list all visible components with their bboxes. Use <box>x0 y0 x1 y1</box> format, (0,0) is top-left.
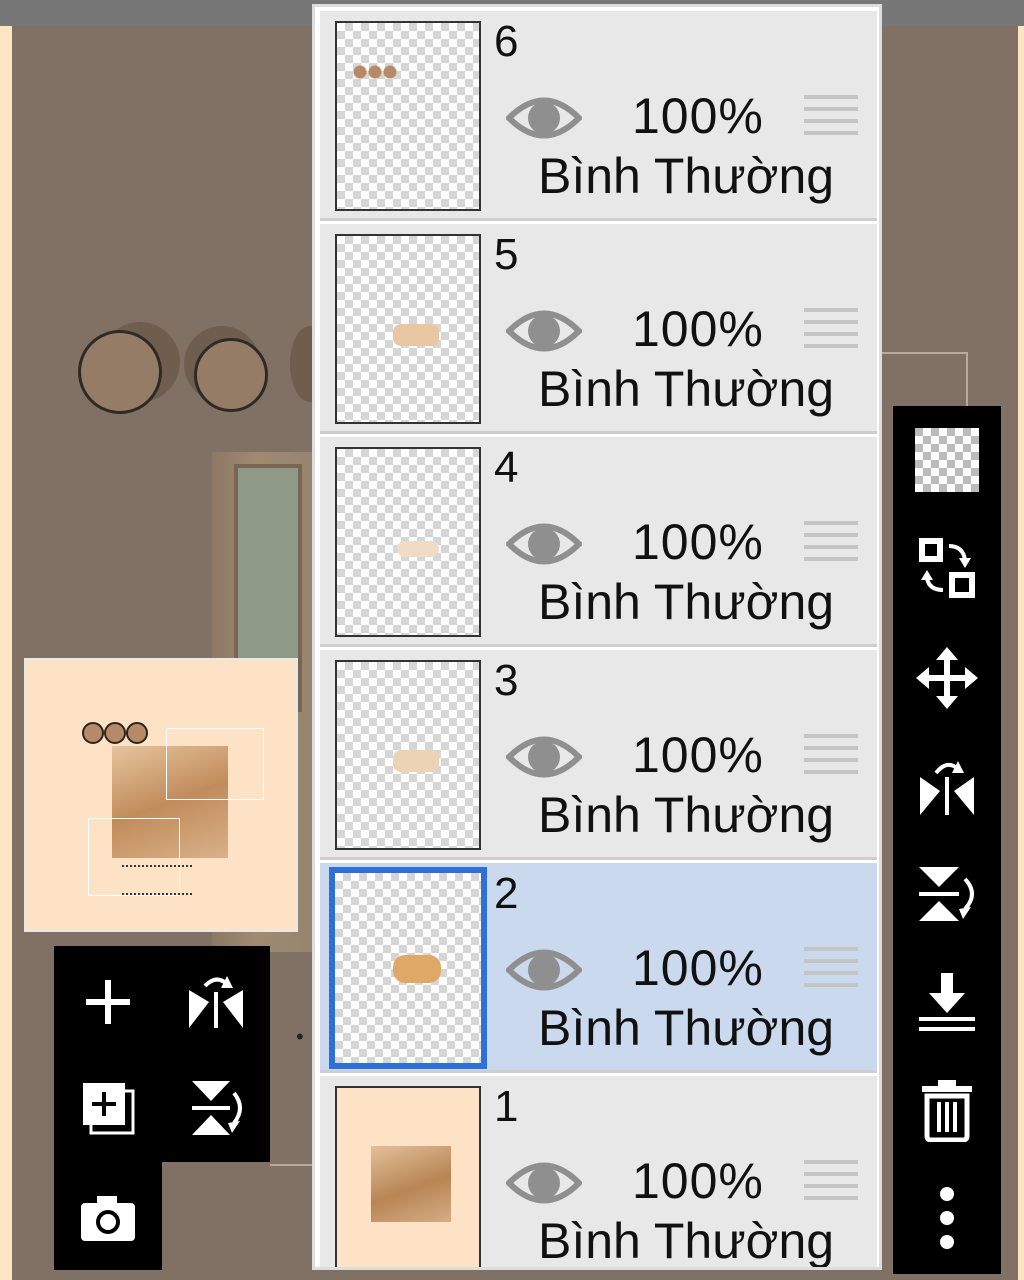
layer-row[interactable]: 1 100% Bình Thường <box>320 1076 877 1267</box>
canvas-text-fragment: • <box>296 1024 304 1049</box>
layer-thumbnail[interactable] <box>335 1086 481 1267</box>
layer-blend-mode[interactable]: Bình Thường <box>538 786 834 844</box>
transparency-button[interactable] <box>907 420 987 500</box>
more-icon <box>940 1187 954 1249</box>
canvas-line <box>270 1164 314 1166</box>
merge-down-button[interactable] <box>907 962 987 1042</box>
flip-horizontal-button[interactable] <box>907 746 987 826</box>
layer-row[interactable]: 4 100% Bình Thường <box>320 437 877 647</box>
visibility-eye-icon[interactable] <box>506 91 582 145</box>
preview-dot <box>104 722 126 744</box>
trash-icon <box>922 1080 972 1142</box>
flip-horizontal-icon <box>920 761 974 815</box>
layer-opacity[interactable]: 100% <box>632 1152 764 1210</box>
preview-dot <box>82 722 104 744</box>
swap-icon <box>919 538 975 598</box>
camera-icon <box>81 1196 135 1241</box>
drag-handle-icon[interactable] <box>804 734 858 780</box>
flip-vertical-icon <box>919 867 974 921</box>
layer-number: 3 <box>494 656 519 705</box>
layer-blend-mode[interactable]: Bình Thường <box>538 999 834 1057</box>
visibility-eye-icon[interactable] <box>506 517 582 571</box>
layer-blend-mode[interactable]: Bình Thường <box>538 1212 834 1267</box>
layer-opacity[interactable]: 100% <box>632 939 764 997</box>
right-toolbar <box>893 406 1001 1274</box>
canvas-line <box>880 352 968 354</box>
layer-thumb-content <box>393 324 439 346</box>
duplicate-layer-icon <box>83 1083 135 1135</box>
canvas-circle <box>78 330 162 414</box>
drag-handle-icon[interactable] <box>804 308 858 354</box>
layer-blend-mode[interactable]: Bình Thường <box>538 360 834 418</box>
layer-row[interactable]: 3 100% Bình Thường <box>320 650 877 860</box>
layer-thumb-content <box>393 750 439 772</box>
merge-down-icon <box>919 973 975 1031</box>
visibility-eye-icon[interactable] <box>506 943 582 997</box>
preview-caption <box>122 865 192 895</box>
layer-thumb-content <box>393 955 441 983</box>
layer-blend-mode[interactable]: Bình Thường <box>538 147 834 205</box>
flip-vertical-button[interactable] <box>176 1068 256 1148</box>
delete-layer-button[interactable] <box>907 1070 987 1150</box>
canvas-preview[interactable] <box>24 658 298 932</box>
drag-handle-icon[interactable] <box>804 95 858 141</box>
layer-thumbnail[interactable] <box>335 21 481 211</box>
transparency-icon <box>915 428 979 492</box>
layer-blend-mode[interactable]: Bình Thường <box>538 573 834 631</box>
layer-opacity[interactable]: 100% <box>632 300 764 358</box>
layer-number: 2 <box>494 869 519 918</box>
layer-thumb-content <box>397 541 439 557</box>
duplicate-layer-button[interactable] <box>68 1068 148 1148</box>
layer-opacity[interactable]: 100% <box>632 87 764 145</box>
flip-horizontal-icon <box>189 976 243 1028</box>
layer-number: 5 <box>494 230 519 279</box>
drag-handle-icon[interactable] <box>804 947 858 993</box>
preview-frame <box>166 728 264 800</box>
layer-thumbnail[interactable] <box>335 234 481 424</box>
camera-button[interactable] <box>68 1178 148 1258</box>
layer-row[interactable]: 6 100% Bình Thường <box>320 11 877 221</box>
add-layer-button[interactable] <box>68 962 148 1042</box>
flip-horizontal-button[interactable] <box>176 962 256 1042</box>
move-button[interactable] <box>907 638 987 718</box>
layer-thumbnail[interactable] <box>329 867 487 1069</box>
visibility-eye-icon[interactable] <box>506 1156 582 1210</box>
visibility-eye-icon[interactable] <box>506 730 582 784</box>
layer-number: 1 <box>494 1082 519 1131</box>
layer-thumbnail[interactable] <box>335 447 481 637</box>
add-layer-icon <box>86 980 130 1024</box>
layer-number: 4 <box>494 443 519 492</box>
visibility-eye-icon[interactable] <box>506 304 582 358</box>
layer-panel: 6 100% Bình Thường 5 100% Bình Thường 4 100% Bìn… <box>312 4 882 1270</box>
swap-button[interactable] <box>907 528 987 608</box>
flip-vertical-button[interactable] <box>907 854 987 934</box>
preview-dot <box>126 722 148 744</box>
layer-row[interactable]: 5 100% Bình Thường <box>320 224 877 434</box>
drag-handle-icon[interactable] <box>804 521 858 567</box>
canvas-line <box>966 352 968 406</box>
layer-number: 6 <box>494 17 519 66</box>
layer-opacity[interactable]: 100% <box>632 726 764 784</box>
layer-thumb-content <box>371 1146 451 1222</box>
drag-handle-icon[interactable] <box>804 1160 858 1206</box>
layer-opacity[interactable]: 100% <box>632 513 764 571</box>
layer-thumb-content <box>353 65 397 79</box>
flip-vertical-icon <box>192 1081 242 1135</box>
more-options-button[interactable] <box>907 1178 987 1258</box>
canvas-circle <box>194 338 268 412</box>
layer-thumbnail[interactable] <box>335 660 481 850</box>
move-icon <box>916 647 978 709</box>
layer-row[interactable]: 2 100% Bình Thường <box>320 863 877 1073</box>
